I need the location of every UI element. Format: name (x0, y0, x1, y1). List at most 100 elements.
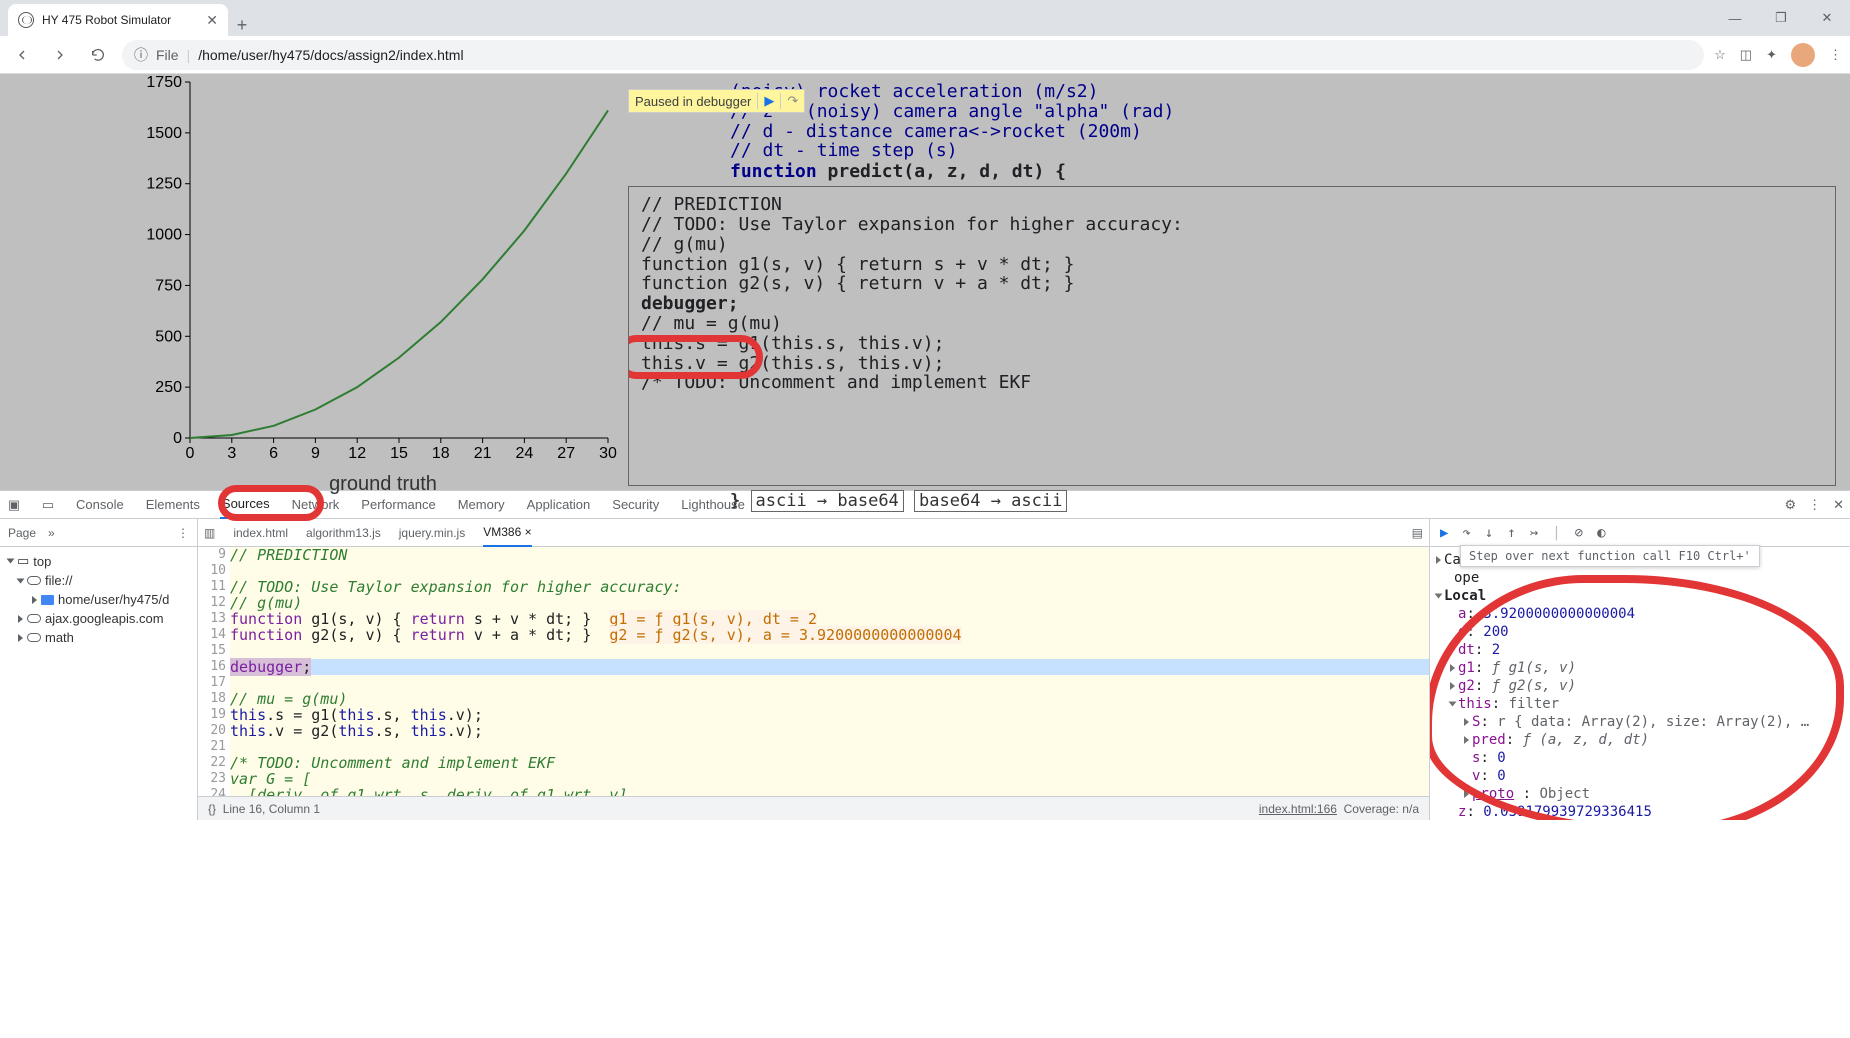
browser-tab-strip: HY 475 Robot Simulator ✕ + — ❐ ✕ (0, 0, 1850, 36)
minimize-button[interactable]: — (1712, 0, 1758, 36)
deactivate-breakpoints-icon[interactable]: ⊘ (1575, 525, 1583, 541)
reload-button[interactable] (84, 41, 112, 69)
paused-in-debugger-badge: Paused in debugger ▶ ↷ (628, 89, 805, 113)
svg-text:250: 250 (155, 379, 182, 396)
svg-text:1750: 1750 (146, 74, 182, 91)
tab-memory[interactable]: Memory (456, 491, 507, 519)
url-scheme: File (156, 47, 179, 63)
code-comment: // d - distance camera<->rocket (200m) (730, 122, 1850, 142)
book-icon[interactable]: ◫ (1740, 47, 1752, 63)
code-textarea[interactable]: // PREDICTION // TODO: Use Taylor expans… (628, 186, 1836, 486)
resume-icon[interactable]: ▶ (1440, 525, 1448, 541)
step-out-icon[interactable]: ↑ (1507, 525, 1515, 541)
file-tab-index[interactable]: index.html (233, 519, 288, 547)
pause-on-exceptions-icon[interactable]: ◐ (1597, 525, 1605, 541)
file-tab-vm386[interactable]: VM386 × (483, 519, 531, 547)
back-button[interactable] (8, 41, 36, 69)
tab-performance[interactable]: Performance (359, 491, 437, 519)
window-controls: — ❐ ✕ (1712, 0, 1850, 36)
svg-text:30: 30 (599, 445, 617, 462)
tooltip: Step over next function call F10 Ctrl+' (1460, 545, 1760, 567)
svg-text:1500: 1500 (146, 125, 182, 142)
tab-application[interactable]: Application (525, 491, 593, 519)
code-line: // mu = g(mu) (641, 314, 1823, 334)
tree-top[interactable]: ▭ top (0, 551, 197, 571)
close-icon[interactable]: ✕ (206, 12, 218, 29)
menu-icon[interactable]: ⋮ (1829, 47, 1842, 63)
code-line: // PREDICTION (641, 195, 1823, 215)
step-over-icon[interactable]: ↷ (1462, 525, 1470, 541)
sources-navigator: Page » ⋮ ▭ top file:// home/user/hy475/d… (0, 519, 198, 820)
kebab-icon[interactable]: ⋮ (177, 526, 189, 540)
svg-text:500: 500 (155, 328, 182, 345)
svg-text:21: 21 (474, 445, 492, 462)
debugger-toolbar: ▶ ↷ ↓ ↑ ↣ | ⊘ ◐ Step over next function … (1430, 519, 1850, 547)
svg-text:6: 6 (269, 445, 278, 462)
browser-toolbar: ⓘ File | /home/user/hy475/docs/assign2/i… (0, 36, 1850, 74)
tab-console[interactable]: Console (74, 491, 126, 519)
new-tab-button[interactable]: + (228, 15, 256, 36)
tab-title: HY 475 Robot Simulator (42, 13, 171, 27)
globe-icon (18, 12, 34, 28)
inspect-icon[interactable]: ▣ (6, 497, 22, 513)
gear-icon[interactable]: ⚙ (1784, 497, 1796, 513)
resume-icon[interactable]: ▶ (757, 93, 774, 109)
step-icon[interactable]: ↣ (1530, 525, 1538, 541)
page-code-view: (noisy) rocket acceleration (m/s2) // z … (628, 74, 1850, 490)
sources-editor: ▥ index.html algorithm13.js jquery.min.j… (198, 519, 1430, 820)
tab-elements[interactable]: Elements (144, 491, 202, 519)
file-tab-algorithm[interactable]: algorithm13.js (306, 519, 381, 547)
page-content: 0250500750100012501500175003691215182124… (0, 74, 1850, 490)
tree-file-scheme[interactable]: file:// (0, 571, 197, 590)
svg-text:18: 18 (432, 445, 450, 462)
profile-avatar[interactable] (1791, 43, 1815, 67)
source-link[interactable]: index.html:166 (1259, 802, 1337, 816)
svg-text:9: 9 (311, 445, 320, 462)
tab-lighthouse[interactable]: Lighthouse (679, 491, 747, 519)
tree-origin-math[interactable]: math (0, 628, 197, 647)
code-comment: // z - (noisy) camera angle "alpha" (rad… (730, 102, 1850, 122)
svg-text:1250: 1250 (146, 176, 182, 193)
step-over-icon[interactable]: ↷ (780, 93, 798, 109)
code-line: /* TODO: Uncomment and implement EKF (641, 373, 1823, 393)
tree-folder[interactable]: home/user/hy475/d (0, 590, 197, 609)
scope-local-header[interactable]: Local (1444, 588, 1486, 604)
devtools-tabstrip: ▣ ▭ Console Elements Sources Network Per… (0, 491, 1850, 519)
maximize-button[interactable]: ❐ (1758, 0, 1804, 36)
close-devtools-icon[interactable]: ✕ (1833, 497, 1844, 513)
tab-sources[interactable]: Sources (220, 491, 272, 519)
tab-network[interactable]: Network (290, 491, 342, 519)
code-line: function g1(s, v) { return s + v * dt; } (641, 255, 1823, 275)
code-comment: (noisy) rocket acceleration (m/s2) (730, 82, 1850, 102)
svg-text:750: 750 (155, 277, 182, 294)
tree-origin-ajax[interactable]: ajax.googleapis.com (0, 609, 197, 628)
star-icon[interactable]: ☆ (1714, 47, 1726, 63)
device-icon[interactable]: ▭ (40, 497, 56, 513)
toggle-nav-icon[interactable]: ▥ (204, 526, 215, 540)
code-line: this.v = g2(this.s, this.v); (641, 354, 1823, 374)
code-editor[interactable]: 9101112131415161718192021222324252627 //… (198, 547, 1429, 796)
toggle-scope-icon[interactable]: ▤ (1412, 526, 1423, 540)
address-bar[interactable]: ⓘ File | /home/user/hy475/docs/assign2/i… (122, 40, 1704, 70)
step-into-icon[interactable]: ↓ (1485, 525, 1493, 541)
browser-tab[interactable]: HY 475 Robot Simulator ✕ (8, 4, 228, 36)
nav-header-label: Page (8, 526, 36, 540)
kebab-icon[interactable]: ⋮ (1808, 497, 1821, 513)
code-comment: // dt - time step (s) (730, 141, 1850, 161)
forward-button[interactable] (46, 41, 74, 69)
devtools-panel: ▣ ▭ Console Elements Sources Network Per… (0, 490, 1850, 820)
code-line: this.s = g1(this.s, this.v); (641, 334, 1823, 354)
svg-text:24: 24 (516, 445, 534, 462)
function-signature: function predict(a, z, d, dt) { (730, 161, 1850, 182)
code-line-debugger: debugger; (641, 294, 1823, 314)
svg-text:12: 12 (348, 445, 366, 462)
file-tab-jquery[interactable]: jquery.min.js (399, 519, 465, 547)
code-line: // TODO: Use Taylor expansion for higher… (641, 215, 1823, 235)
close-window-button[interactable]: ✕ (1804, 0, 1850, 36)
info-icon: ⓘ (134, 45, 148, 65)
editor-statusbar: {} Line 16, Column 1 index.html:166 Cove… (198, 796, 1429, 820)
tab-security[interactable]: Security (610, 491, 661, 519)
cursor-position: Line 16, Column 1 (223, 802, 320, 816)
extensions-icon[interactable]: ✦ (1766, 47, 1777, 63)
coverage-label: Coverage: n/a (1344, 802, 1419, 816)
